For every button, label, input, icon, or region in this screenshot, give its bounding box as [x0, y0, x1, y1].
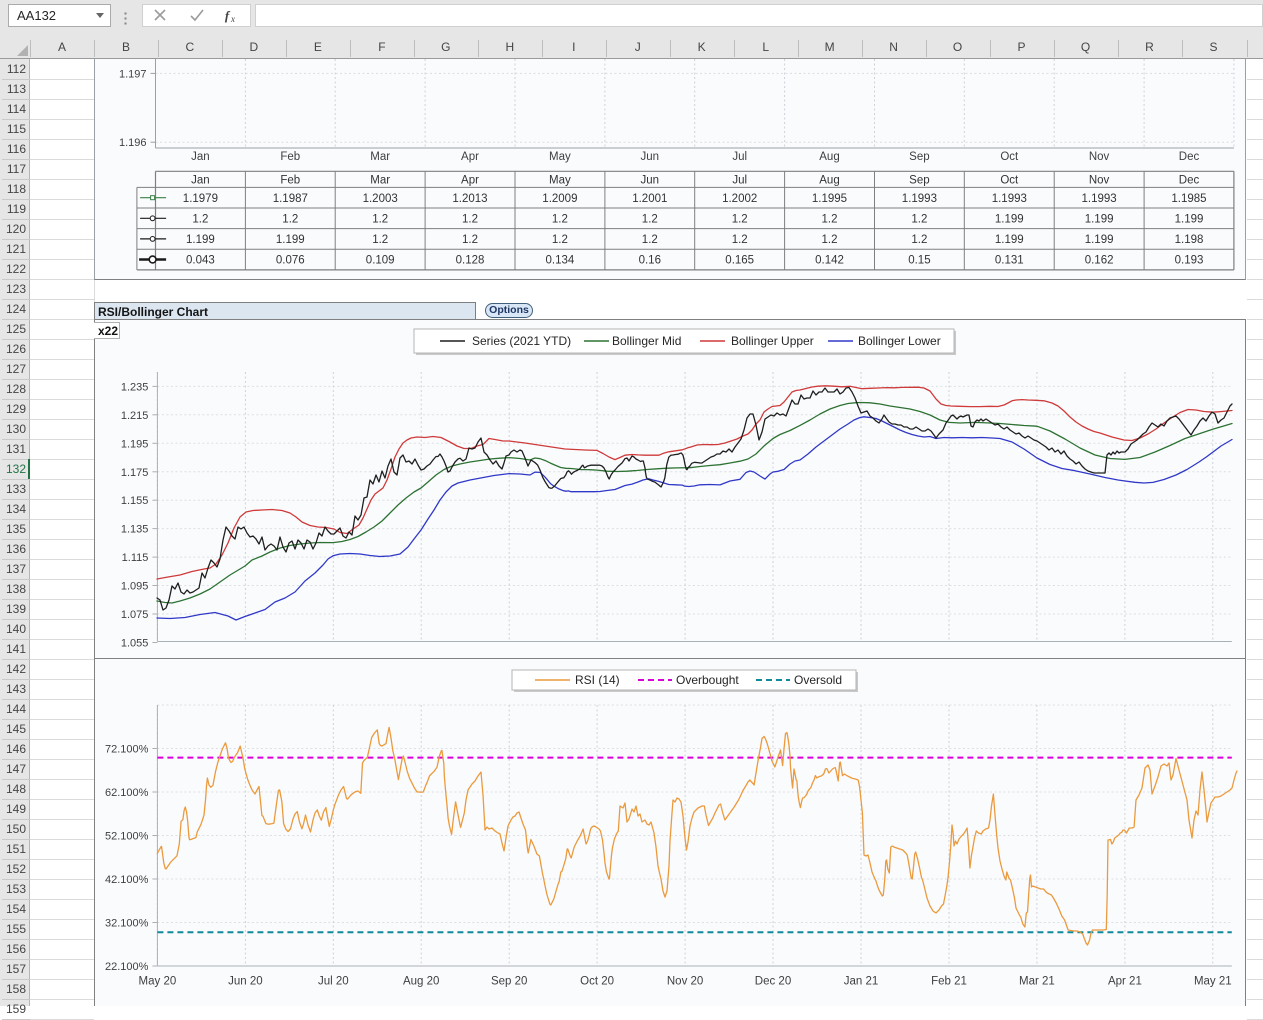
svg-text:f: f — [225, 8, 231, 23]
svg-text:x: x — [230, 14, 235, 24]
